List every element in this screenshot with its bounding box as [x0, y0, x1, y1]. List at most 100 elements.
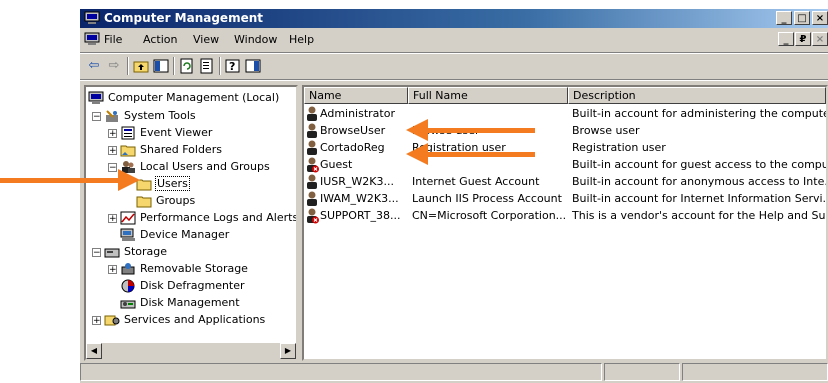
- show-tree-icon[interactable]: [153, 58, 169, 74]
- toolbar-divider: [80, 79, 828, 81]
- tree-horizontal-scrollbar[interactable]: ◀ ▶: [86, 343, 296, 359]
- console-icon[interactable]: [84, 32, 100, 46]
- user-icon: [307, 174, 317, 189]
- tree-node-removable-storage[interactable]: Removable Storage: [120, 260, 249, 277]
- cell-name: IWAM_W2K3...: [304, 191, 408, 207]
- table-row[interactable]: CortadoReg Registration user Registration …: [304, 139, 826, 156]
- user-name: IUSR_W2K3...: [320, 175, 394, 188]
- cell-description: Built-in account for Internet Informatio…: [572, 192, 826, 205]
- tools-icon: [106, 109, 118, 122]
- tree-node-perf-logs[interactable]: Performance Logs and Alerts: [120, 209, 296, 226]
- close-button[interactable]: ×: [812, 11, 828, 25]
- user-name: BrowseUser: [320, 124, 386, 137]
- table-row[interactable]: IUSR_W2K3... Internet Guest Account Built-…: [304, 173, 826, 190]
- cell-full-name: Launch IIS Process Account: [412, 192, 562, 205]
- disk-management-icon: [120, 300, 136, 308]
- tree-node-users[interactable]: Users: [136, 175, 190, 192]
- expand-services[interactable]: +: [92, 316, 101, 326]
- cell-description: Registration user: [572, 141, 666, 154]
- maximize-button[interactable]: □: [794, 11, 810, 25]
- menu-file[interactable]: File: [104, 33, 122, 46]
- tree-node-device-manager[interactable]: Device Manager: [120, 226, 230, 243]
- console-tree[interactable]: Computer Management (Local) − System Too…: [84, 85, 298, 361]
- tree-node-system-tools[interactable]: System Tools: [104, 107, 197, 124]
- tree-node-groups[interactable]: Groups: [136, 192, 196, 209]
- cell-name: BrowseUser: [304, 123, 408, 139]
- expand-perf-logs[interactable]: +: [108, 214, 117, 224]
- table-row[interactable]: BrowseUserBrowse userBrowse user: [304, 122, 826, 139]
- scroll-left-button[interactable]: ◀: [86, 343, 102, 359]
- cell-description: Built-in account for guest access to the…: [572, 158, 826, 171]
- status-pane-main: [80, 363, 602, 381]
- performance-icon: [120, 211, 136, 224]
- tree-node-root[interactable]: Computer Management (Local): [88, 89, 280, 106]
- mdi-close-button[interactable]: ×: [812, 32, 828, 46]
- services-icon: [104, 315, 120, 325]
- annotation-arrow-users: [0, 178, 120, 183]
- tree-node-shared-folders[interactable]: Shared Folders: [120, 141, 223, 158]
- scroll-right-button[interactable]: ▶: [280, 343, 296, 359]
- user-icon: [307, 140, 317, 155]
- collapse-storage[interactable]: −: [92, 248, 101, 258]
- user-name: CortadoReg: [320, 141, 385, 154]
- annotation-arrowhead-browseuser: [406, 119, 428, 141]
- title-bar[interactable]: Computer Management _ □ ×: [80, 9, 828, 28]
- menu-help[interactable]: Help: [289, 33, 314, 46]
- collapse-local-users[interactable]: −: [108, 163, 117, 173]
- table-row[interactable]: IWAM_W2K3... Launch IIS Process Account Bu…: [304, 190, 826, 207]
- expand-removable-storage[interactable]: +: [108, 265, 117, 275]
- user-name: IWAM_W2K3...: [320, 192, 399, 205]
- removable-storage-icon: [121, 262, 135, 274]
- users-list[interactable]: Name Full Name Description Administrator…: [302, 85, 828, 361]
- mdi-restore-button[interactable]: ₽: [795, 32, 811, 46]
- help-icon[interactable]: ?: [225, 58, 241, 74]
- user-icon: [307, 106, 317, 121]
- window-title: Computer Management: [104, 11, 263, 25]
- cell-name: SUPPORT_38...: [304, 208, 408, 224]
- tree-node-event-viewer[interactable]: Event Viewer: [120, 124, 213, 141]
- tree-node-disk-management[interactable]: Disk Management: [120, 294, 241, 311]
- tree-node-storage[interactable]: Storage: [104, 243, 168, 260]
- up-folder-icon[interactable]: [133, 58, 149, 74]
- cell-name: Administrator: [304, 106, 408, 122]
- folder-icon: [136, 196, 152, 207]
- cell-name: CortadoReg: [304, 140, 408, 156]
- annotation-arrowhead-users: [118, 169, 140, 191]
- user-name: SUPPORT_38...: [320, 209, 401, 222]
- collapse-system-tools[interactable]: −: [92, 112, 101, 122]
- column-header-name[interactable]: Name: [304, 87, 408, 104]
- defragmenter-icon: [121, 279, 135, 292]
- refresh-icon[interactable]: [199, 58, 215, 74]
- forward-icon[interactable]: ⇨: [106, 58, 122, 74]
- cell-description: Browse user: [572, 124, 640, 137]
- user-icon: [307, 123, 317, 138]
- computer-icon: [88, 91, 104, 104]
- cell-full-name: CN=Microsoft Corporation...: [412, 209, 567, 222]
- minimize-button[interactable]: _: [776, 11, 792, 25]
- table-row[interactable]: SUPPORT_38... CN=Microsoft Corporation...…: [304, 207, 826, 224]
- properties-icon[interactable]: [179, 58, 195, 74]
- svg-text:?: ?: [229, 60, 235, 73]
- table-row[interactable]: Guest Built-in account for guest access t…: [304, 156, 826, 173]
- menu-action[interactable]: Action: [143, 33, 177, 46]
- column-header-description[interactable]: Description: [568, 87, 826, 104]
- cell-description: This is a vendor's account for the Help …: [572, 209, 826, 222]
- expand-event-viewer[interactable]: +: [108, 129, 117, 139]
- shared-folder-icon: [120, 145, 136, 156]
- list-header: Name Full Name Description: [304, 87, 826, 104]
- menu-window[interactable]: Window: [234, 33, 277, 46]
- menu-view[interactable]: View: [193, 33, 219, 46]
- cell-description: Built-in account for administering the c…: [572, 107, 826, 120]
- back-icon[interactable]: ⇦: [86, 58, 102, 74]
- view-icon[interactable]: [245, 58, 261, 74]
- tree-node-disk-defragmenter[interactable]: Disk Defragmenter: [120, 277, 246, 294]
- table-row[interactable]: Administrator Built-in account for admini…: [304, 105, 826, 122]
- mdi-minimize-button[interactable]: _: [778, 32, 794, 46]
- tree-node-local-users[interactable]: Local Users and Groups: [120, 158, 271, 175]
- expand-shared-folders[interactable]: +: [108, 146, 117, 156]
- tree-node-services[interactable]: Services and Applications: [104, 311, 266, 328]
- column-header-full-name[interactable]: Full Name: [408, 87, 568, 104]
- user-icon: [307, 191, 317, 206]
- menu-bar: File Action View Window Help _ ₽ ×: [80, 30, 828, 50]
- disabled-user-icon: [307, 157, 319, 172]
